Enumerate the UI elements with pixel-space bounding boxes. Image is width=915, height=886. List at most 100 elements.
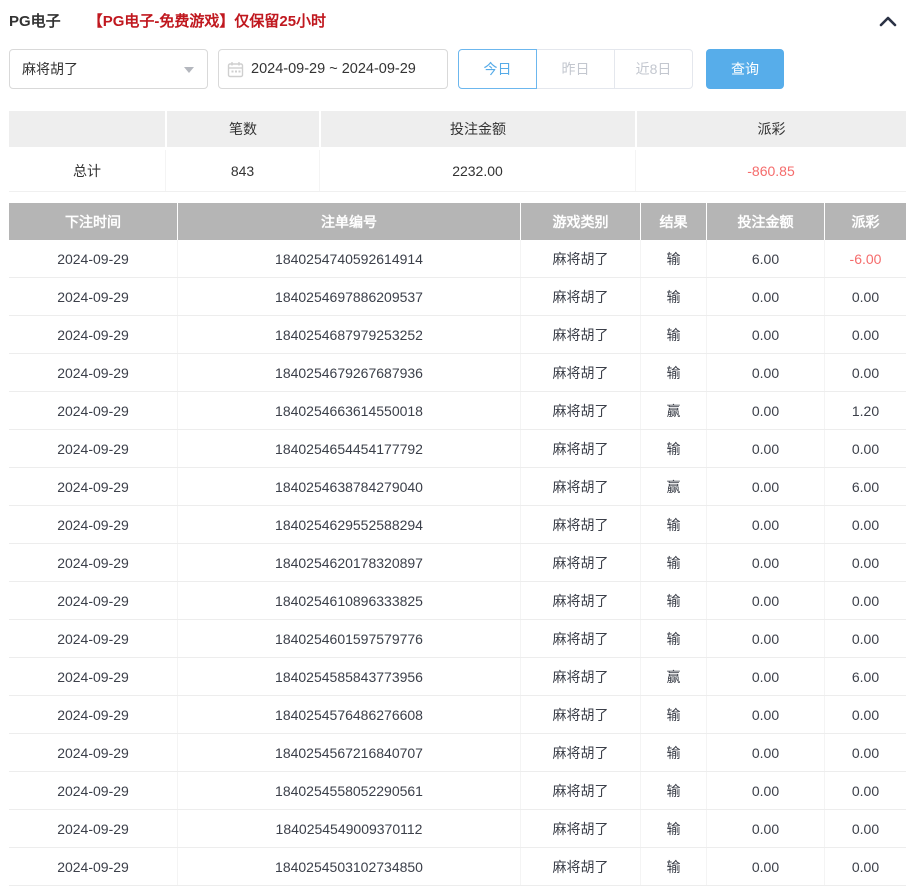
cell-payout: 1.20	[824, 392, 906, 429]
cell-result: 输	[640, 620, 706, 657]
table-row: 2024-09-29 1840254503102734850 麻将胡了 输 0.…	[9, 848, 906, 886]
cell-order-no: 1840254558052290561	[177, 772, 520, 809]
cell-payout: 0.00	[824, 506, 906, 543]
cell-payout: 0.00	[824, 810, 906, 847]
cell-bet-time: 2024-09-29	[9, 468, 177, 505]
cell-bet-time: 2024-09-29	[9, 582, 177, 619]
table-row: 2024-09-29 1840254697886209537 麻将胡了 输 0.…	[9, 278, 906, 316]
cell-bet-time: 2024-09-29	[9, 316, 177, 353]
chevron-up-icon	[877, 17, 899, 32]
table-row: 2024-09-29 1840254654454177792 麻将胡了 输 0.…	[9, 430, 906, 468]
cell-order-no: 1840254620178320897	[177, 544, 520, 581]
summary-total-payout: -860.85	[635, 150, 906, 191]
cell-result: 赢	[640, 468, 706, 505]
caret-down-icon	[184, 67, 194, 73]
summary-total-row: 总计 843 2232.00 -860.85	[9, 150, 906, 192]
cell-order-no: 1840254663614550018	[177, 392, 520, 429]
cell-order-no: 1840254654454177792	[177, 430, 520, 467]
game-select[interactable]: 麻将胡了	[9, 49, 208, 89]
date-range-picker[interactable]: 2024-09-29 ~ 2024-09-29	[218, 49, 448, 89]
cell-bet-time: 2024-09-29	[9, 506, 177, 543]
quick-range-last8days-button[interactable]: 近8日	[614, 49, 693, 89]
cell-bet-time: 2024-09-29	[9, 354, 177, 391]
cell-bet-amount: 0.00	[706, 392, 824, 429]
cell-bet-time: 2024-09-29	[9, 430, 177, 467]
game-select-value: 麻将胡了	[22, 59, 78, 79]
table-row: 2024-09-29 1840254549009370112 麻将胡了 输 0.…	[9, 810, 906, 848]
cell-order-no: 1840254629552588294	[177, 506, 520, 543]
cell-payout: 0.00	[824, 354, 906, 391]
cell-game-category: 麻将胡了	[520, 582, 640, 619]
records-header-row: 下注时间 注单编号 游戏类别 结果 投注金额 派彩	[9, 203, 906, 240]
cell-game-category: 麻将胡了	[520, 240, 640, 277]
cell-order-no: 1840254576486276608	[177, 696, 520, 733]
quick-range-today-button[interactable]: 今日	[458, 49, 537, 89]
cell-bet-amount: 0.00	[706, 278, 824, 315]
table-row: 2024-09-29 1840254629552588294 麻将胡了 输 0.…	[9, 506, 906, 544]
cell-game-category: 麻将胡了	[520, 772, 640, 809]
header-payout: 派彩	[824, 203, 906, 240]
cell-bet-amount: 0.00	[706, 354, 824, 391]
cell-bet-amount: 0.00	[706, 658, 824, 695]
cell-result: 输	[640, 430, 706, 467]
table-row: 2024-09-29 1840254567216840707 麻将胡了 输 0.…	[9, 734, 906, 772]
summary-table: 笔数 投注金额 派彩 总计 843 2232.00 -860.85	[9, 111, 906, 192]
cell-order-no: 1840254503102734850	[177, 848, 520, 885]
cell-game-category: 麻将胡了	[520, 468, 640, 505]
cell-game-category: 麻将胡了	[520, 620, 640, 657]
cell-payout: 6.00	[824, 658, 906, 695]
cell-result: 输	[640, 696, 706, 733]
cell-payout: 0.00	[824, 696, 906, 733]
summary-header-bet-amount: 投注金额	[319, 111, 635, 147]
cell-game-category: 麻将胡了	[520, 278, 640, 315]
collapse-panel-button[interactable]	[875, 11, 901, 31]
header-result: 结果	[640, 203, 706, 240]
cell-bet-amount: 0.00	[706, 316, 824, 353]
page-title: PG电子	[9, 10, 61, 31]
cell-order-no: 1840254697886209537	[177, 278, 520, 315]
cell-result: 输	[640, 544, 706, 581]
cell-game-category: 麻将胡了	[520, 696, 640, 733]
cell-order-no: 1840254549009370112	[177, 810, 520, 847]
summary-header-empty	[9, 111, 165, 147]
cell-bet-time: 2024-09-29	[9, 544, 177, 581]
cell-game-category: 麻将胡了	[520, 506, 640, 543]
summary-total-count: 843	[165, 150, 319, 191]
header-bet-amount: 投注金额	[706, 203, 824, 240]
cell-bet-time: 2024-09-29	[9, 810, 177, 847]
query-button[interactable]: 查询	[706, 49, 784, 89]
header-game-category: 游戏类别	[520, 203, 640, 240]
table-row: 2024-09-29 1840254558052290561 麻将胡了 输 0.…	[9, 772, 906, 810]
filter-bar: 麻将胡了 2024-09-29 ~ 2024-09-29 今日 昨日 近8日 查…	[9, 49, 906, 89]
cell-bet-time: 2024-09-29	[9, 696, 177, 733]
cell-bet-amount: 0.00	[706, 810, 824, 847]
cell-order-no: 1840254679267687936	[177, 354, 520, 391]
cell-result: 输	[640, 582, 706, 619]
cell-bet-amount: 0.00	[706, 430, 824, 467]
cell-bet-amount: 0.00	[706, 544, 824, 581]
table-row: 2024-09-29 1840254601597579776 麻将胡了 输 0.…	[9, 620, 906, 658]
cell-bet-time: 2024-09-29	[9, 392, 177, 429]
cell-game-category: 麻将胡了	[520, 544, 640, 581]
cell-result: 输	[640, 734, 706, 771]
quick-range-button-group: 今日 昨日 近8日	[458, 49, 693, 89]
table-row: 2024-09-29 1840254620178320897 麻将胡了 输 0.…	[9, 544, 906, 582]
cell-game-category: 麻将胡了	[520, 430, 640, 467]
cell-bet-time: 2024-09-29	[9, 278, 177, 315]
cell-bet-amount: 0.00	[706, 772, 824, 809]
cell-game-category: 麻将胡了	[520, 734, 640, 771]
cell-result: 输	[640, 772, 706, 809]
bet-records-table: 下注时间 注单编号 游戏类别 结果 投注金额 派彩 2024-09-29 184…	[9, 203, 906, 886]
calendar-icon	[227, 61, 244, 78]
cell-bet-time: 2024-09-29	[9, 240, 177, 277]
cell-bet-amount: 0.00	[706, 696, 824, 733]
quick-range-yesterday-button[interactable]: 昨日	[536, 49, 615, 89]
cell-bet-time: 2024-09-29	[9, 620, 177, 657]
table-row: 2024-09-29 1840254679267687936 麻将胡了 输 0.…	[9, 354, 906, 392]
table-row: 2024-09-29 1840254663614550018 麻将胡了 赢 0.…	[9, 392, 906, 430]
cell-payout: -6.00	[824, 240, 906, 277]
cell-result: 输	[640, 316, 706, 353]
table-row: 2024-09-29 1840254576486276608 麻将胡了 输 0.…	[9, 696, 906, 734]
summary-total-bet-amount: 2232.00	[319, 150, 635, 191]
cell-order-no: 1840254687979253252	[177, 316, 520, 353]
